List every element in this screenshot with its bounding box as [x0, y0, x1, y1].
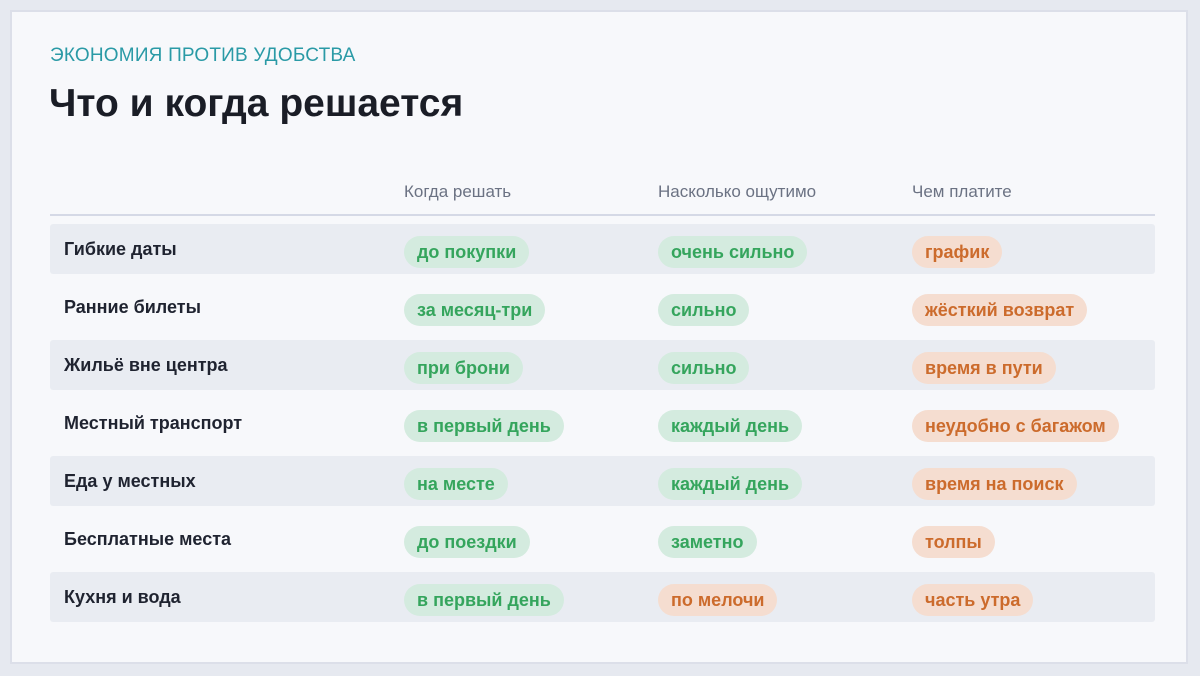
cost-pill: неудобно с багажом	[912, 410, 1119, 442]
when-pill: до покупки	[404, 236, 530, 268]
table-row: Бесплатные места до поездки заметно толпы	[50, 514, 1155, 564]
cost-pill: часть утра	[912, 584, 1034, 616]
row-label: Ранние билеты	[64, 297, 201, 317]
impact-pill: каждый день	[658, 410, 803, 442]
cost-pill: толпы	[912, 526, 995, 558]
when-pill: в первый день	[404, 410, 564, 442]
column-header-cost: Чем платите	[912, 182, 1012, 201]
impact-pill: очень сильно	[658, 236, 808, 268]
impact-pill: заметно	[658, 526, 757, 558]
impact-pill: каждый день	[658, 468, 803, 500]
table-row: Гибкие даты до покупки очень сильно график	[50, 224, 1155, 274]
table-row: Кухня и вода в первый день по мелочи часть …	[50, 572, 1155, 622]
when-pill: до поездки	[404, 526, 530, 558]
cost-pill: время на поиск	[912, 468, 1077, 500]
row-label: Бесплатные места	[64, 529, 232, 549]
page-title: Что и когда решается	[49, 82, 464, 125]
row-label: Еда у местных	[64, 471, 196, 491]
when-pill: в первый день	[404, 584, 564, 616]
when-pill: за месяц-три	[404, 294, 546, 326]
when-pill: при брони	[404, 352, 523, 384]
table-row: Жильё вне центра при брони сильно время в п…	[50, 340, 1155, 390]
content-card: ЭКОНОМИЯ ПРОТИВ УДОБСТВА Что и когда реш…	[10, 10, 1188, 664]
row-label: Жильё вне центра	[64, 355, 228, 375]
cost-pill: жёсткий возврат	[912, 294, 1088, 326]
column-header-impact: Насколько ощутимо	[658, 182, 817, 201]
eyebrow-label: ЭКОНОМИЯ ПРОТИВ УДОБСТВА	[50, 45, 356, 66]
table-row: Ранние билеты за месяц-три сильно жёсткий в…	[50, 282, 1155, 332]
impact-pill: сильно	[658, 294, 750, 326]
table-row: Еда у местных на месте каждый день время на…	[50, 456, 1155, 506]
row-label: Местный транспорт	[64, 413, 243, 433]
table-body: Гибкие даты до покупки очень сильно график Р…	[50, 224, 1155, 630]
cost-pill: график	[912, 236, 1003, 268]
row-label: Гибкие даты	[64, 239, 177, 259]
cost-pill: время в пути	[912, 352, 1056, 384]
table-header: Когда решать Насколько ощутимо Чем плати…	[50, 180, 1155, 216]
table-row: Местный транспорт в первый день каждый ден…	[50, 398, 1155, 448]
impact-pill: сильно	[658, 352, 750, 384]
column-header-when: Когда решать	[404, 182, 512, 201]
row-label: Кухня и вода	[64, 587, 181, 607]
impact-pill: по мелочи	[658, 584, 778, 616]
when-pill: на месте	[404, 468, 508, 500]
